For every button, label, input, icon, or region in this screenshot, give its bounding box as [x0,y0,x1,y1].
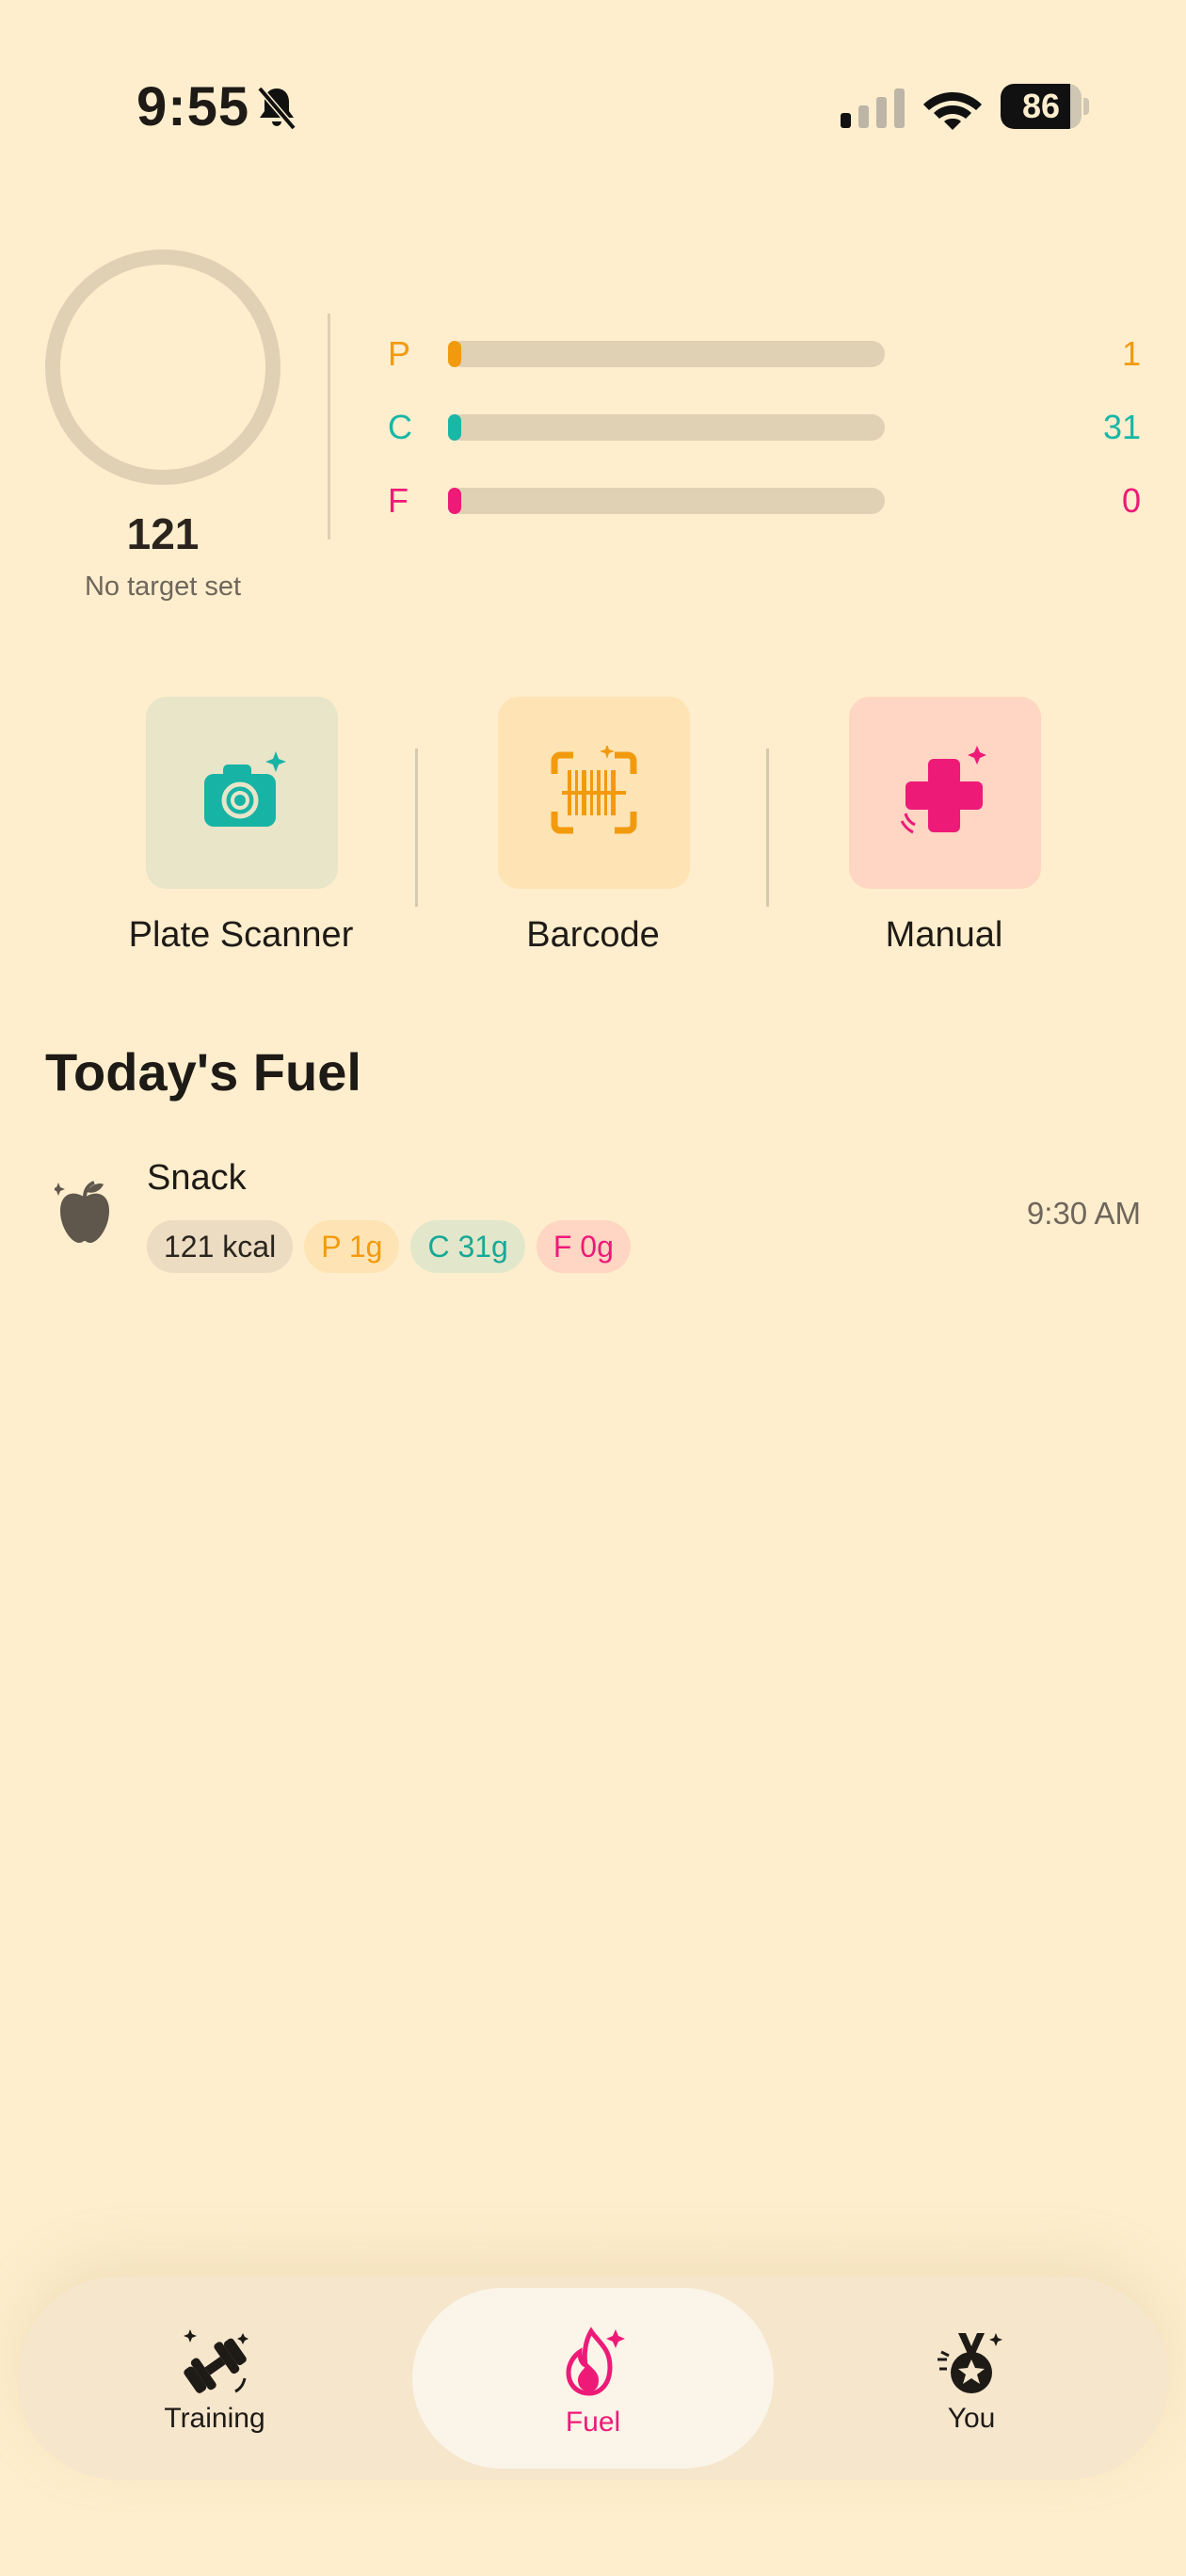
macro-value: 31 [1102,408,1141,446]
plate-scanner-button[interactable]: Plate Scanner [90,697,392,979]
manual-entry-button[interactable]: Manual [793,697,1095,979]
battery-indicator: 86 [1001,84,1089,129]
nav-label: You [947,2403,996,2434]
macro-row-carbs: C 31 [388,409,1141,446]
macro-row-fat: F 0 [388,482,1141,520]
nav-label: Fuel [565,2407,621,2438]
macro-progress-track [448,488,885,514]
macro-row-protein: P 1 [388,335,1141,373]
meal-name: Snack [147,1158,247,1198]
cellular-signal-icon [841,89,905,128]
wifi-icon [923,92,982,130]
macro-letter: P [388,334,411,373]
action-divider [766,749,769,907]
nav-item-you[interactable]: You [877,2277,1066,2480]
action-label: Barcode [526,915,660,955]
kcal-chip: 121 kcal [147,1220,294,1273]
camera-icon [204,751,286,827]
macro-progress-fill [448,414,461,441]
manual-entry-tile[interactable] [849,697,1041,889]
meal-time: 9:30 AM [1026,1196,1141,1231]
flame-icon [566,2326,625,2396]
status-bar: 9:55 86 [0,0,1186,217]
macro-progress-fill [448,341,461,367]
action-label: Plate Scanner [128,915,354,955]
action-divider [415,749,418,907]
fat-chip: F 0g [536,1220,631,1273]
macro-value: 1 [1121,334,1141,373]
dumbbell-icon [184,2329,248,2393]
status-time: 9:55 [136,76,250,137]
calorie-total: 121 [126,509,200,558]
bottom-nav: Training Fuel You [17,2277,1169,2480]
plus-icon [900,746,986,834]
macro-letter: C [388,408,412,446]
meal-macro-chips: 121 kcal P 1g C 31g F 0g [147,1220,631,1275]
medal-icon [938,2333,1002,2393]
nav-label: Training [164,2403,265,2434]
barcode-icon [551,746,637,834]
calorie-ring [45,250,280,485]
macro-progress-fill [448,488,461,514]
calorie-target-text: No target set [84,572,242,602]
meal-list-item[interactable]: Snack 121 kcal P 1g C 31g F 0g 9:30 AM [45,1149,1143,1280]
bell-muted-icon [257,86,296,131]
macro-letter: F [388,481,409,520]
macro-value: 0 [1121,481,1141,520]
barcode-button[interactable]: Barcode [442,697,744,979]
nav-item-training[interactable]: Training [120,2277,309,2480]
battery-percent: 86 [1021,87,1061,125]
plate-scanner-tile[interactable] [146,697,338,889]
carbs-chip: C 31g [410,1220,525,1273]
nav-item-fuel[interactable]: Fuel [499,2277,687,2480]
macro-progress-track [448,341,885,367]
summary-divider [328,314,330,539]
protein-chip: P 1g [304,1220,400,1273]
action-label: Manual [885,915,1003,955]
apple-icon [55,1181,109,1243]
macro-progress-track [448,414,885,441]
barcode-tile[interactable] [498,697,690,889]
todays-fuel-title: Today's Fuel [45,1042,361,1102]
